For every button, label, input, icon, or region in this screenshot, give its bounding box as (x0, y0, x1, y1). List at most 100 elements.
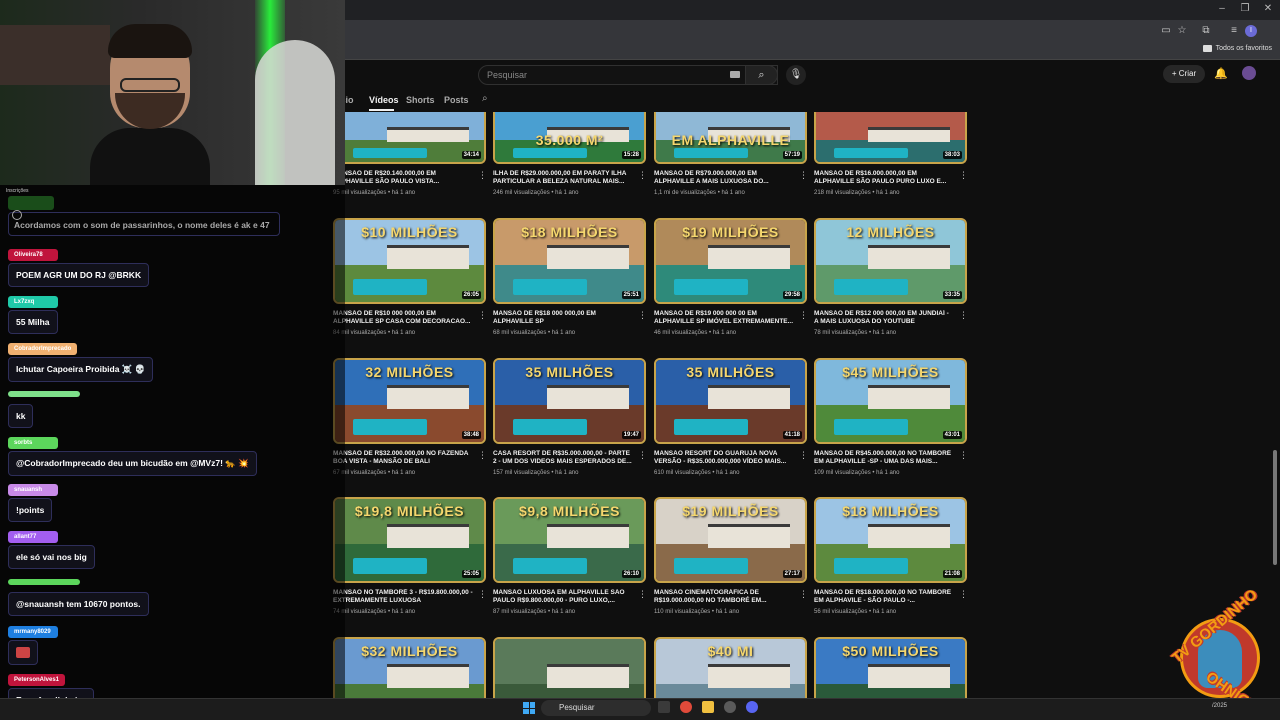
video-title[interactable]: MANSÃO DE R$16.000.000,00 EM ALPHAVILLE … (814, 170, 954, 186)
create-button[interactable]: + Criar (1163, 65, 1205, 83)
all-bookmarks[interactable]: Todos os favoritos (1202, 45, 1272, 52)
video-title[interactable]: MANSÃO DE R$79.000.000,00 EM ALPHAVILLE … (654, 170, 794, 186)
video-title[interactable]: MANSÃO DE R$19 000 000 00 EM ALPHAVILLE … (654, 310, 794, 326)
chat-username[interactable]: sorbts (8, 437, 58, 449)
taskbar-search[interactable]: Pesquisar (541, 700, 651, 716)
keyboard-icon[interactable] (730, 71, 740, 78)
more-options-icon[interactable]: ⋮ (638, 589, 647, 600)
streamer-hair (108, 24, 192, 58)
video-title[interactable]: CASA RESORT DE R$35.000.000,00 - PARTE 2… (493, 450, 633, 466)
account-avatar[interactable] (1242, 66, 1256, 80)
video-card[interactable]: $9,8 MILHÕES 26:10 MANSÃO LUXUOSA EM ALP… (493, 497, 647, 615)
chat-username[interactable] (8, 579, 80, 585)
video-card[interactable]: $45 MILHÕES 43:01 MANSÃO DE R$45.000.000… (814, 358, 968, 476)
notifications-bell-icon[interactable]: 🔔 (1214, 67, 1228, 81)
video-meta: 68 mil visualizações • há 1 ano (493, 330, 576, 336)
video-card[interactable]: $18 MILHÕES 25:51 MANSÃO DE R$18 000 000… (493, 218, 647, 336)
video-title[interactable]: MANSÃO NO TAMBORÉ 3 - R$19.800.000,00 - … (333, 589, 473, 605)
video-title[interactable]: MANSÃO DE R$10 000 000,00 EM ALPHAVILLE … (333, 310, 473, 326)
video-title[interactable]: MANSÃO DE R$12 000 000,00 EM JUNDIAÍ - A… (814, 310, 954, 326)
file-explorer-icon[interactable] (702, 701, 714, 713)
more-options-icon[interactable]: ⋮ (638, 450, 647, 461)
minimize-icon[interactable]: – (1212, 3, 1232, 14)
chrome-icon[interactable] (680, 701, 692, 713)
video-thumbnail[interactable]: $45 MILHÕES 43:01 (814, 358, 967, 444)
more-options-icon[interactable]: ⋮ (638, 170, 647, 181)
cast-icon[interactable]: ▭ (1160, 25, 1172, 37)
video-card[interactable]: 38:03 MANSÃO DE R$16.000.000,00 EM ALPHA… (814, 92, 968, 196)
menu-icon[interactable]: ≡ (1228, 25, 1240, 37)
video-title[interactable]: MANSÃO DE R$32.000.000,00 NO FAZENDA BOA… (333, 450, 473, 466)
video-card[interactable]: 35.000 M² 15:28 ILHA DE R$29.000.000,00 … (493, 92, 647, 196)
video-duration: 21:08 (942, 570, 962, 578)
video-card[interactable]: 35 MILHÕES 41:18 MANSÃO RESORT DO GUARUJ… (654, 358, 808, 476)
more-options-icon[interactable]: ⋮ (478, 310, 487, 321)
video-card[interactable]: $19,8 MILHÕES 25:05 MANSÃO NO TAMBORÉ 3 … (333, 497, 487, 615)
video-card[interactable]: 12 MILHÕES 33:35 MANSÃO DE R$12 000 000,… (814, 218, 968, 336)
more-options-icon[interactable]: ⋮ (478, 450, 487, 461)
more-options-icon[interactable]: ⋮ (799, 170, 808, 181)
task-view-icon[interactable] (658, 701, 670, 713)
search-button[interactable]: ⌕ (745, 65, 778, 85)
video-card[interactable]: $18 MILHÕES 21:08 MANSÃO DE R$18.000.000… (814, 497, 968, 615)
video-thumbnail[interactable]: 35 MILHÕES 41:18 (654, 358, 807, 444)
video-thumbnail[interactable]: $19,8 MILHÕES 25:05 (333, 497, 486, 583)
video-title[interactable]: MANSÃO DE R$45.000.000,00 NO TAMBORÉ EM … (814, 450, 954, 466)
video-card[interactable]: $19 MILHÕES 27:17 MANSÃO CINEMATOGRÁFICA… (654, 497, 808, 615)
video-title[interactable]: MANSÃO DE R$18 000 000,00 EM ALPHAVILLE … (493, 310, 633, 326)
video-thumbnail[interactable]: 35 MILHÕES 19:47 (493, 358, 646, 444)
voice-search-button[interactable]: 🎙 (786, 65, 806, 85)
video-thumbnail[interactable]: $9,8 MILHÕES 26:10 (493, 497, 646, 583)
video-thumbnail[interactable]: $10 MILHÕES 26:05 (333, 218, 486, 304)
video-thumbnail[interactable]: 38:03 (814, 112, 967, 164)
video-title[interactable]: MANSÃO LUXUOSA EM ALPHAVILLE SÃO PAULO R… (493, 589, 633, 605)
more-options-icon[interactable]: ⋮ (799, 589, 808, 600)
video-thumbnail[interactable]: $18 MILHÕES 25:51 (493, 218, 646, 304)
more-options-icon[interactable]: ⋮ (959, 589, 968, 600)
video-thumbnail[interactable]: 35.000 M² 15:28 (493, 112, 646, 164)
video-title[interactable]: MANSÃO DE R$18.000.000,00 NO TAMBORÉ EM … (814, 589, 954, 605)
page-scrollbar[interactable] (1273, 450, 1277, 565)
video-thumbnail[interactable]: 12 MILHÕES 33:35 (814, 218, 967, 304)
video-title[interactable]: MANSÃO DE R$20.140.000,00 EM ALPHAVILLE … (333, 170, 473, 186)
video-thumbnail[interactable]: 34:14 (333, 112, 486, 164)
more-options-icon[interactable]: ⋮ (959, 450, 968, 461)
chat-username[interactable]: Oliveira78 (8, 249, 58, 261)
chat-username[interactable]: mrmany8029 (8, 626, 58, 638)
discord-icon[interactable] (746, 701, 758, 713)
video-title[interactable]: MANSÃO CINEMATOGRÁFICA DE R$19.000.000,0… (654, 589, 794, 605)
video-card[interactable]: $19 MILHÕES 29:58 MANSÃO DE R$19 000 000… (654, 218, 808, 336)
more-options-icon[interactable]: ⋮ (638, 310, 647, 321)
video-card[interactable]: $10 MILHÕES 26:05 MANSÃO DE R$10 000 000… (333, 218, 487, 336)
video-thumbnail[interactable]: $18 MILHÕES 21:08 (814, 497, 967, 583)
video-title[interactable]: MANSÃO RESORT DO GUARUJÁ NOVA VERSÃO - R… (654, 450, 794, 466)
windows-start-icon[interactable] (523, 702, 535, 714)
more-options-icon[interactable]: ⋮ (959, 170, 968, 181)
chat-username[interactable]: allant77 (8, 531, 58, 543)
video-card[interactable]: 34:14 MANSÃO DE R$20.140.000,00 EM ALPHA… (333, 92, 487, 196)
video-card[interactable]: 32 MILHÕES 38:48 MANSÃO DE R$32.000.000,… (333, 358, 487, 476)
more-options-icon[interactable]: ⋮ (478, 170, 487, 181)
more-options-icon[interactable]: ⋮ (959, 310, 968, 321)
extensions-icon[interactable]: ⧉ (1200, 25, 1212, 37)
star-icon[interactable]: ☆ (1176, 25, 1188, 37)
more-options-icon[interactable]: ⋮ (799, 450, 808, 461)
profile-icon[interactable]: I (1245, 25, 1257, 37)
chat-username[interactable] (8, 391, 80, 397)
chat-username[interactable]: CobradorImprecado (8, 343, 78, 355)
video-thumbnail[interactable]: 32 MILHÕES 38:48 (333, 358, 486, 444)
chat-username[interactable]: snauansh (8, 484, 58, 496)
app-icon[interactable] (724, 701, 736, 713)
video-card[interactable]: 35 MILHÕES 19:47 CASA RESORT DE R$35.000… (493, 358, 647, 476)
chat-username[interactable]: Lx7zxq (8, 296, 58, 308)
video-thumbnail[interactable]: $19 MILHÕES 27:17 (654, 497, 807, 583)
video-card[interactable]: EM ALPHAVILLE 57:19 MANSÃO DE R$79.000.0… (654, 92, 808, 196)
video-thumbnail[interactable]: $19 MILHÕES 29:58 (654, 218, 807, 304)
video-thumbnail[interactable]: EM ALPHAVILLE 57:19 (654, 112, 807, 164)
close-icon[interactable]: ✕ (1258, 3, 1278, 14)
video-title[interactable]: ILHA DE R$29.000.000,00 EM PARATY ILHA P… (493, 170, 633, 186)
maximize-icon[interactable]: ❐ (1235, 3, 1255, 14)
more-options-icon[interactable]: ⋮ (799, 310, 808, 321)
more-options-icon[interactable]: ⋮ (478, 589, 487, 600)
chat-username[interactable]: PetersonAlves1 (8, 674, 66, 686)
